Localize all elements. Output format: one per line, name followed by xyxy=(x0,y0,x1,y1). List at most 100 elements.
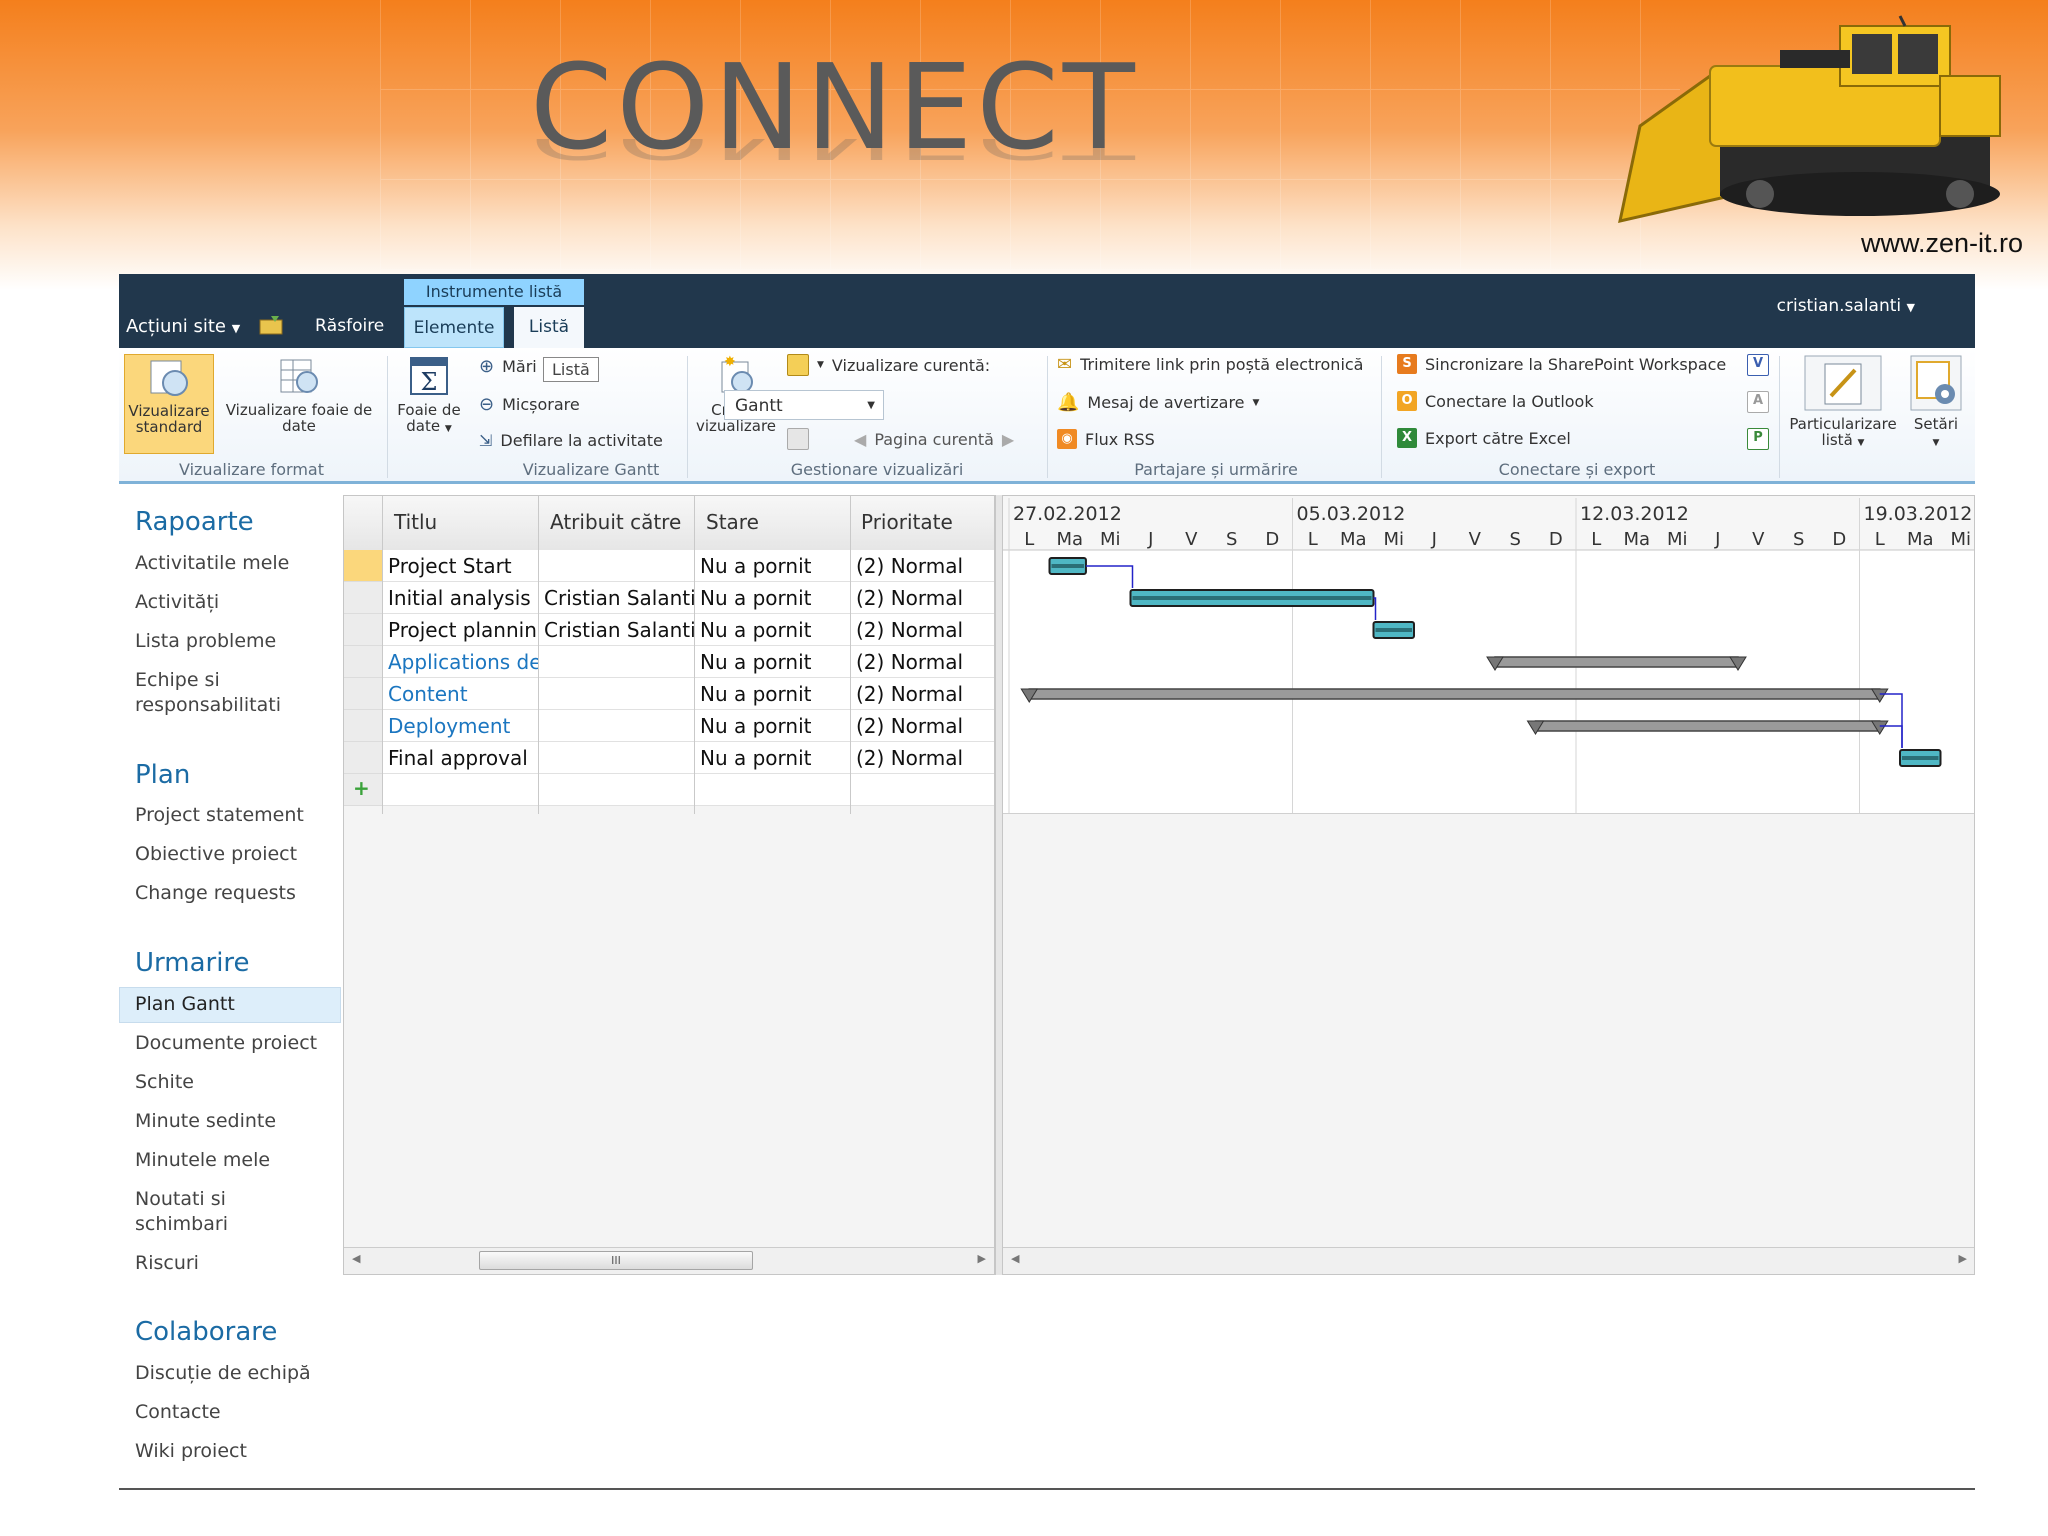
email-link-button[interactable]: ✉ Trimitere link prin poștă electronică xyxy=(1057,354,1363,375)
group-label-gestionare: Gestionare vizualizări xyxy=(790,460,964,479)
nav-item-schite[interactable]: Schite xyxy=(135,1070,194,1095)
datasheet-button[interactable]: Σ Foaie de date ▼ xyxy=(391,354,467,437)
grid-scroll-thumb[interactable]: III xyxy=(479,1251,753,1270)
table-row[interactable]: Deployment Nu a pornit (2) Normal xyxy=(382,710,994,742)
chevron-down-icon: ▼ xyxy=(817,360,824,370)
nav-item-contacte[interactable]: Contacte xyxy=(135,1400,221,1425)
nav-item-documente-proiect[interactable]: Documente proiect xyxy=(135,1031,317,1056)
row-selector[interactable] xyxy=(344,582,382,614)
next-page-icon[interactable]: ▶ xyxy=(1002,430,1014,449)
nav-item-minutele-mele[interactable]: Minutele mele xyxy=(135,1148,270,1173)
tab-lista[interactable]: Listă xyxy=(514,307,584,348)
nav-heading-rapoarte[interactable]: Rapoarte xyxy=(135,507,254,537)
nav-item-activitati[interactable]: Activități xyxy=(135,590,219,615)
cell-titlu[interactable]: Content xyxy=(388,682,538,706)
new-row[interactable] xyxy=(382,774,994,806)
table-row[interactable]: Project Start Nu a pornit (2) Normal xyxy=(382,550,994,582)
project-icon[interactable]: P xyxy=(1747,428,1769,450)
standard-view-button[interactable]: Vizualizare standard xyxy=(124,354,214,454)
connect-logo-reflection: CONNECT xyxy=(530,139,1139,166)
nav-heading-urmarire[interactable]: Urmarire xyxy=(135,948,250,978)
nav-item-lista-probleme[interactable]: Lista probleme xyxy=(135,629,276,654)
column-header-stare[interactable]: Stare xyxy=(706,510,759,534)
scroll-right-icon[interactable]: ▶ xyxy=(1959,1252,1967,1265)
export-excel-button[interactable]: X Export către Excel xyxy=(1397,428,1571,448)
row-selector[interactable] xyxy=(344,678,382,710)
gantt-chart: 27.02.2012 L Ma Mi J V S D 05.03.2012 L Ma Mi J V S D 12… xyxy=(1003,495,1975,1275)
row-selector[interactable] xyxy=(344,646,382,678)
cell-stare: Nu a pornit xyxy=(700,714,812,738)
cell-titlu: Initial analysis xyxy=(388,586,531,610)
row-selector[interactable] xyxy=(344,614,382,646)
customize-list-button[interactable]: Particularizare listă ▼ xyxy=(1783,354,1903,451)
table-row[interactable]: Applications de Nu a pornit (2) Normal xyxy=(382,646,994,678)
user-menu[interactable]: cristian.salanti ▼ xyxy=(1777,296,1915,316)
column-header-titlu[interactable]: Titlu xyxy=(394,510,437,534)
grid-gantt-splitter[interactable] xyxy=(995,495,1003,1275)
rss-feed-button[interactable]: ◉ Flux RSS xyxy=(1057,429,1155,449)
table-row[interactable]: Content Nu a pornit (2) Normal xyxy=(382,678,994,710)
nav-heading-colaborare[interactable]: Colaborare xyxy=(135,1317,277,1347)
nav-heading-plan[interactable]: Plan xyxy=(135,760,190,790)
scroll-to-task-button[interactable]: ⇲ Defilare la activitate xyxy=(479,431,663,450)
day-label: Ma xyxy=(1056,529,1083,550)
grid-horizontal-scrollbar[interactable]: ◀ III ▶ xyxy=(344,1247,994,1274)
nav-item-minute-sedinte[interactable]: Minute sedinte xyxy=(135,1109,276,1134)
current-view-select[interactable]: Gantt ▼ xyxy=(724,390,884,420)
nav-item-project-statement[interactable]: Project statement xyxy=(135,803,304,828)
cell-atribuit: Cristian Salanti xyxy=(544,618,694,642)
website-url[interactable]: www.zen-it.ro xyxy=(1861,228,2023,259)
visio-icon[interactable]: V xyxy=(1747,354,1769,376)
browse-tab[interactable]: Răsfoire xyxy=(315,316,384,336)
previous-page-icon[interactable]: ◀ xyxy=(854,430,866,449)
row-selector[interactable] xyxy=(344,742,382,774)
ribbon-separator xyxy=(1381,356,1382,478)
cell-titlu[interactable]: Deployment xyxy=(388,714,538,738)
day-label: D xyxy=(1265,529,1279,550)
connect-outlook-button[interactable]: O Conectare la Outlook xyxy=(1397,391,1594,411)
chevron-down-icon: ▼ xyxy=(231,322,241,335)
sync-workspace-button[interactable]: S Sincronizare la SharePoint Workspace xyxy=(1397,354,1726,374)
scroll-right-icon[interactable]: ▶ xyxy=(978,1252,986,1265)
new-row-selector[interactable]: + xyxy=(344,774,382,806)
nav-item-discutie[interactable]: Discuție de echipă xyxy=(135,1361,311,1386)
access-icon[interactable]: A xyxy=(1747,391,1769,413)
zoom-in-button[interactable]: ⊕ Mări xyxy=(479,356,537,377)
nav-item-riscuri[interactable]: Riscuri xyxy=(135,1251,199,1276)
scroll-left-icon[interactable]: ◀ xyxy=(352,1252,360,1265)
alert-me-button[interactable]: 🔔 Mesaj de avertizare ▼ xyxy=(1057,392,1259,413)
nav-item-wiki-proiect[interactable]: Wiki proiect xyxy=(135,1439,247,1464)
table-row[interactable]: Project planning Cristian Salanti Nu a por… xyxy=(382,614,994,646)
tab-elemente[interactable]: Elemente xyxy=(404,307,504,348)
tooltip-lista: Listă xyxy=(543,357,599,382)
row-selector[interactable] xyxy=(344,710,382,742)
cell-prioritate: (2) Normal xyxy=(856,650,964,674)
navigate-up-icon[interactable] xyxy=(259,314,285,336)
settings-button[interactable]: Setări ▼ xyxy=(1905,354,1967,451)
nav-item-change-requests[interactable]: Change requests xyxy=(135,881,296,906)
day-label: D xyxy=(1832,529,1846,550)
datasheet-view-button[interactable]: Vizualizare foaie de date xyxy=(219,354,379,434)
nav-item-activitatile-mele[interactable]: Activitatile mele xyxy=(135,551,289,576)
table-row[interactable]: Final approval Nu a pornit (2) Normal xyxy=(382,742,994,774)
column-header-atribuit[interactable]: Atribuit către xyxy=(550,510,681,534)
zoom-out-button[interactable]: ⊖ Micșorare xyxy=(479,394,580,415)
scroll-left-icon[interactable]: ◀ xyxy=(1011,1252,1019,1265)
cell-titlu: Final approval xyxy=(388,746,528,770)
column-header-prioritate[interactable]: Prioritate xyxy=(861,510,953,534)
day-label: L xyxy=(1591,529,1601,550)
modify-view-button[interactable]: ▼ Vizualizare curentă: xyxy=(787,354,990,376)
nav-item-obiective-proiect[interactable]: Obiective proiect xyxy=(135,842,297,867)
nav-item-noutati[interactable]: Noutati si schimbari xyxy=(135,1187,255,1237)
cell-titlu[interactable]: Applications de xyxy=(388,650,538,674)
table-row[interactable]: Initial analysis Cristian Salanti Nu a por… xyxy=(382,582,994,614)
customize-list-icon xyxy=(1804,355,1882,411)
row-selector[interactable] xyxy=(344,550,382,582)
sharepoint-top-bar: Acțiuni site ▼ Răsfoire Instrumente list… xyxy=(119,274,1975,348)
gantt-horizontal-scrollbar[interactable]: ◀ ▶ xyxy=(1003,1247,1974,1274)
nav-item-echipe[interactable]: Echipe si responsabilitati xyxy=(135,668,315,718)
day-label: S xyxy=(1793,529,1804,550)
site-actions-menu[interactable]: Acțiuni site ▼ xyxy=(126,316,240,337)
nav-item-plan-gantt[interactable]: Plan Gantt xyxy=(135,992,235,1017)
view-nav-icon[interactable] xyxy=(787,428,809,450)
